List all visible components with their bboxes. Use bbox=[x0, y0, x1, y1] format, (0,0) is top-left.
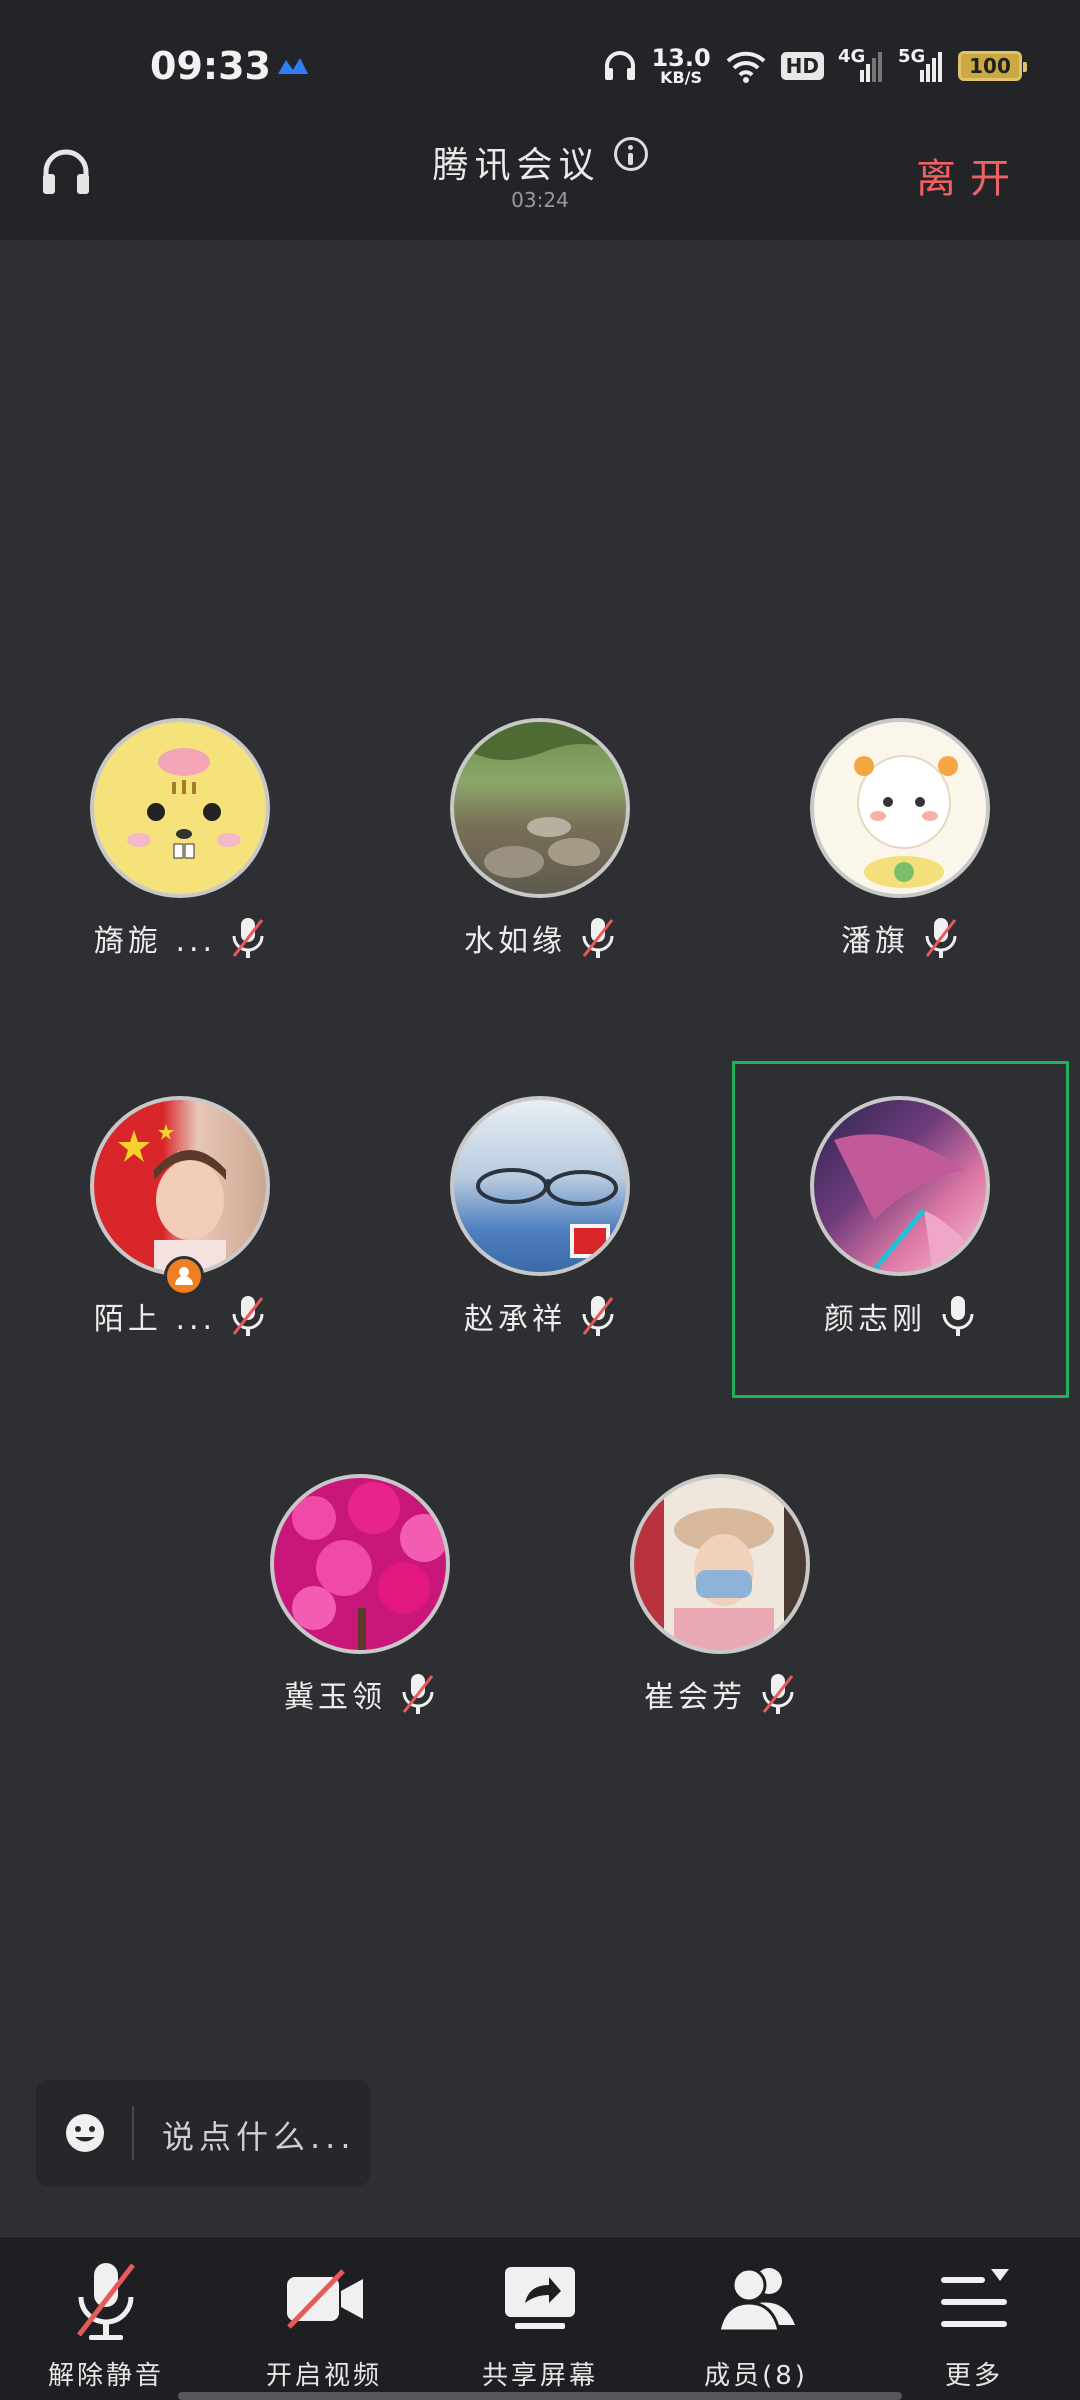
status-time: 09:33 bbox=[150, 44, 271, 88]
participant-label: 旖旎 ... bbox=[60, 916, 300, 960]
share-screen-button[interactable]: 共享屏幕 bbox=[450, 2255, 630, 2395]
mic-muted-icon bbox=[77, 2263, 135, 2340]
start-video-button[interactable]: 开启视频 bbox=[234, 2255, 414, 2395]
host-badge-icon bbox=[164, 1256, 204, 1296]
mic-muted-icon bbox=[402, 1674, 434, 1714]
status-icons: 13.0 KB/S HD 4G 5G 100 bbox=[603, 44, 1027, 88]
chat-divider bbox=[132, 2106, 134, 2160]
network-speed: 13.0 KB/S bbox=[651, 44, 711, 87]
status-bar: 09:33 13.0 KB/S HD 4G 5G 100 bbox=[0, 0, 1080, 136]
unmute-label: 解除静音 bbox=[47, 2361, 164, 2391]
hd-voice-badge: HD bbox=[780, 52, 824, 80]
leave-button[interactable]: 离开 bbox=[916, 146, 1024, 204]
signal-5g: 5G bbox=[898, 46, 944, 86]
mic-muted-icon bbox=[232, 918, 264, 958]
wifi-icon bbox=[726, 51, 766, 83]
avatar bbox=[450, 1096, 630, 1276]
participant-name: 赵承祥 bbox=[464, 1302, 566, 1337]
participant-tile[interactable]: 赵承祥 bbox=[420, 1096, 660, 1346]
more-menu-icon bbox=[941, 2269, 1009, 2327]
participant-label: 崔会芳 bbox=[600, 1672, 840, 1716]
avatar bbox=[90, 1096, 270, 1276]
members-icon bbox=[717, 2267, 795, 2333]
more-label: 更多 bbox=[944, 2361, 1003, 2391]
participant-label: 陌上 ... bbox=[60, 1294, 300, 1338]
avatar bbox=[90, 718, 270, 898]
avatar bbox=[450, 718, 630, 898]
participant-tile[interactable]: 崔会芳 bbox=[600, 1474, 840, 1724]
mic-muted-icon bbox=[582, 1296, 614, 1336]
participant-label: 颜志刚 bbox=[780, 1294, 1020, 1338]
chat-placeholder: 说点什么... bbox=[162, 2118, 356, 2156]
battery-icon: 100 bbox=[958, 51, 1027, 81]
participant-name: 旖旎 ... bbox=[93, 924, 217, 959]
share-screen-icon bbox=[505, 2267, 575, 2329]
avatar bbox=[270, 1474, 450, 1654]
participant-name: 潘旗 bbox=[841, 924, 909, 959]
meeting-header: 腾讯会议 03:24 离开 bbox=[0, 136, 1080, 240]
mic-muted-icon bbox=[925, 918, 957, 958]
participant-name: 崔会芳 bbox=[644, 1680, 746, 1715]
members-button[interactable]: 成员(8) bbox=[666, 2255, 846, 2395]
participant-name: 颜志刚 bbox=[824, 1302, 926, 1337]
headphones-icon bbox=[605, 51, 636, 80]
chat-input[interactable]: 说点什么... bbox=[36, 2080, 370, 2186]
mic-muted-icon bbox=[582, 918, 614, 958]
mic-muted-icon bbox=[762, 1674, 794, 1714]
home-indicator[interactable] bbox=[178, 2392, 902, 2400]
participant-name: 水如缘 bbox=[464, 924, 566, 959]
participant-name: 陌上 ... bbox=[93, 1302, 217, 1337]
meeting-title: 腾讯会议 bbox=[432, 145, 601, 186]
unmute-button[interactable]: 解除静音 bbox=[16, 2255, 196, 2395]
avatar bbox=[630, 1474, 810, 1654]
participant-tile[interactable]: 陌上 ... bbox=[60, 1096, 300, 1346]
participant-tile[interactable]: 冀玉领 bbox=[240, 1474, 480, 1724]
members-label: 成员(8) bbox=[704, 2361, 808, 2391]
participant-tile[interactable]: 潘旗 bbox=[780, 718, 1020, 968]
avatar bbox=[810, 718, 990, 898]
app-notification-icon bbox=[278, 58, 308, 74]
participant-tile-active[interactable]: 颜志刚 bbox=[780, 1096, 1020, 1346]
participant-label: 水如缘 bbox=[420, 916, 660, 960]
start-video-label: 开启视频 bbox=[265, 2361, 382, 2391]
signal-4g: 4G bbox=[838, 46, 884, 86]
more-button[interactable]: 更多 bbox=[884, 2255, 1064, 2395]
emoji-icon[interactable] bbox=[64, 2112, 106, 2154]
mic-muted-icon bbox=[232, 1296, 264, 1336]
avatar bbox=[810, 1096, 990, 1276]
bottom-toolbar: 解除静音 开启视频 共享屏幕 成员(8) 更多 bbox=[0, 2236, 1080, 2400]
participant-label: 赵承祥 bbox=[420, 1294, 660, 1338]
participant-tile[interactable]: 旖旎 ... bbox=[60, 718, 300, 968]
info-icon[interactable] bbox=[613, 137, 648, 171]
participant-tile[interactable]: 水如缘 bbox=[420, 718, 660, 968]
participant-label: 冀玉领 bbox=[240, 1672, 480, 1716]
share-screen-label: 共享屏幕 bbox=[481, 2361, 598, 2391]
participant-label: 潘旗 bbox=[780, 916, 1020, 960]
participant-name: 冀玉领 bbox=[284, 1680, 386, 1715]
mic-icon bbox=[942, 1296, 974, 1336]
video-off-icon bbox=[287, 2269, 363, 2329]
